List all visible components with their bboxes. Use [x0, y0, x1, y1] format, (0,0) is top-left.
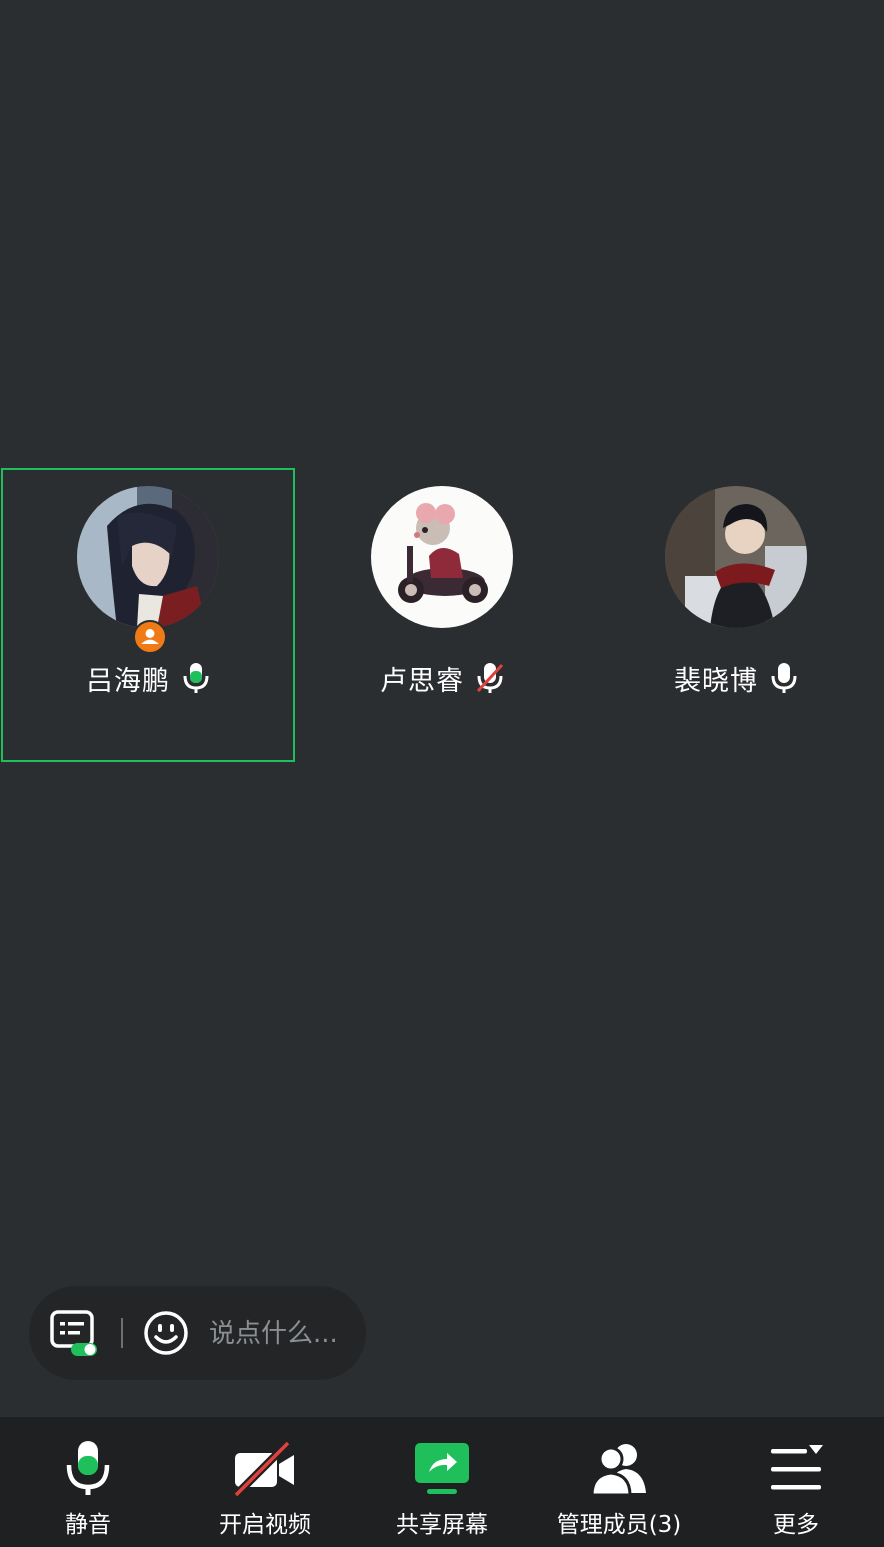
avatar	[371, 486, 513, 628]
chat-bar[interactable]: 说点什么...	[29, 1286, 366, 1380]
more-button[interactable]: 更多	[708, 1417, 884, 1547]
host-badge-icon	[133, 620, 167, 654]
mute-label: 静音	[65, 1512, 111, 1538]
video-off-icon	[232, 1439, 298, 1499]
mic-speaking-icon	[182, 661, 210, 695]
share-screen-icon	[409, 1439, 475, 1499]
more-label: 更多	[773, 1512, 819, 1538]
mic-on-icon	[770, 661, 798, 695]
participant-tile-3[interactable]: 裴晓博	[589, 468, 883, 762]
participant-tile-2[interactable]: 卢思睿	[295, 468, 589, 762]
avatar	[665, 486, 807, 628]
chat-input[interactable]: 说点什么...	[209, 1313, 338, 1350]
subtitle-toggle-icon[interactable]	[49, 1309, 101, 1357]
mic-muted-icon	[476, 661, 504, 695]
microphone-icon	[55, 1439, 121, 1499]
start-video-label: 开启视频	[219, 1512, 311, 1538]
participant-name: 裴晓博	[674, 665, 758, 697]
participant-name: 吕海鹏	[86, 665, 170, 697]
manage-members-label: 管理成员(3)	[556, 1512, 682, 1538]
mouse-scooter-avatar-image	[371, 486, 513, 628]
participant-name: 卢思睿	[380, 665, 464, 697]
chat-divider	[121, 1318, 123, 1348]
more-menu-icon	[763, 1439, 829, 1499]
boy-scarf-avatar-image	[665, 486, 807, 628]
share-screen-button[interactable]: 共享屏幕	[354, 1417, 530, 1547]
anime-avatar-image	[77, 486, 219, 628]
members-icon	[586, 1439, 652, 1499]
bottom-toolbar: 静音 开启视频 共享屏幕 管理成员(3) 更多	[0, 1417, 884, 1547]
participant-tile-1[interactable]: 吕海鹏	[1, 468, 295, 762]
manage-members-button[interactable]: 管理成员(3)	[531, 1417, 707, 1547]
avatar	[77, 486, 219, 628]
mute-button[interactable]: 静音	[0, 1417, 176, 1547]
share-screen-label: 共享屏幕	[396, 1512, 488, 1538]
participant-name-row: 吕海鹏	[1, 658, 295, 698]
participant-name-row: 裴晓博	[589, 658, 883, 698]
participant-name-row: 卢思睿	[295, 658, 589, 698]
start-video-button[interactable]: 开启视频	[177, 1417, 353, 1547]
emoji-icon[interactable]	[142, 1309, 190, 1357]
